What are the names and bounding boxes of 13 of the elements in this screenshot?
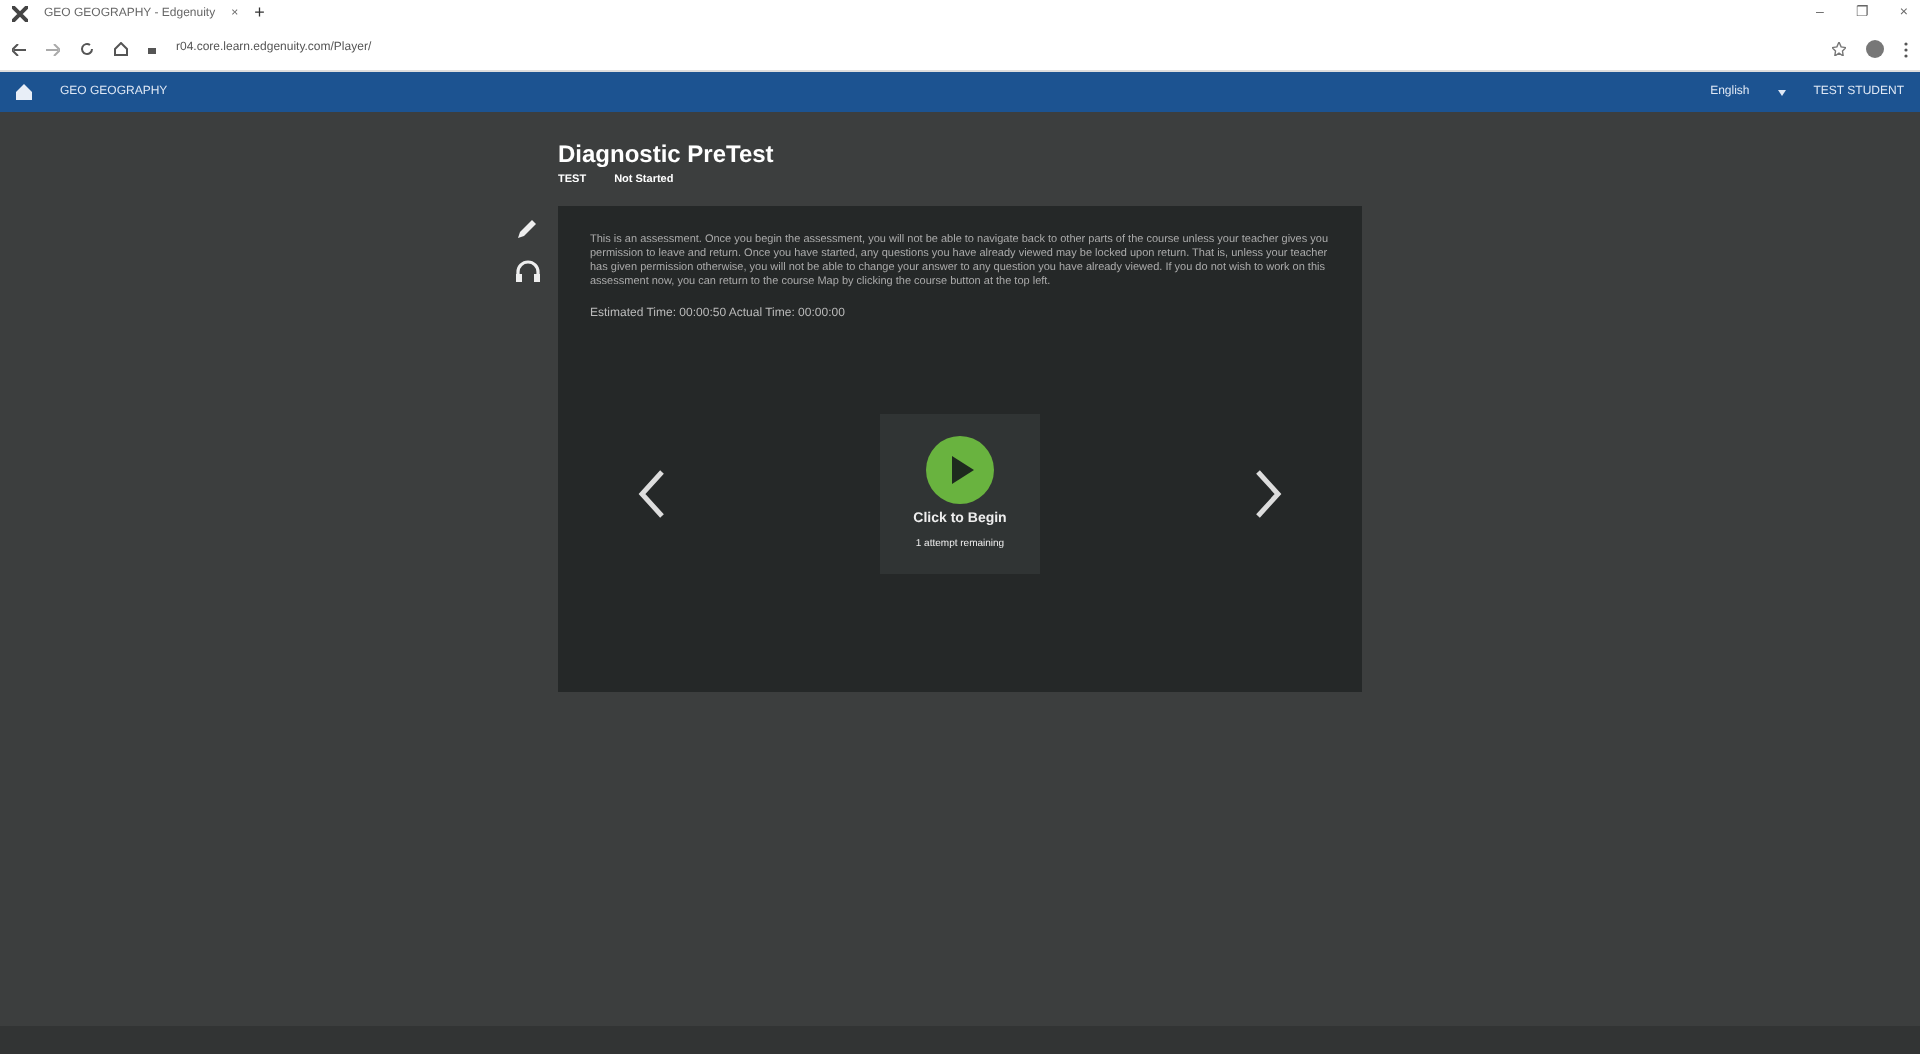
app-icon xyxy=(12,6,28,22)
reload-icon[interactable] xyxy=(80,42,94,56)
home-icon[interactable] xyxy=(114,42,128,56)
new-tab-button[interactable]: + xyxy=(254,0,265,28)
pencil-icon[interactable] xyxy=(514,214,542,243)
caret-icon[interactable] xyxy=(1777,89,1786,95)
activity-title: Diagnostic PreTest xyxy=(558,140,776,168)
star-icon[interactable] xyxy=(1832,42,1846,56)
headphones-icon[interactable] xyxy=(514,258,542,287)
avatar-icon[interactable] xyxy=(1866,40,1884,58)
back-icon[interactable] xyxy=(12,43,26,55)
home-icon[interactable] xyxy=(16,84,32,100)
play-icon xyxy=(926,436,994,505)
